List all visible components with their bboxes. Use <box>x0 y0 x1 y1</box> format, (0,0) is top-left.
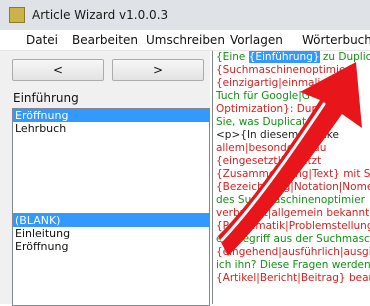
editor-text-segment: ein Begriff aus der Suchmaschin <box>216 233 370 245</box>
editor-line: Sie, was Duplicate C <box>213 116 370 129</box>
editor-text-segment: Tuch für Google|G <box>216 90 310 102</box>
editor-line: {Problematik|Problemstellung}. D <box>213 220 370 233</box>
bottom-listbox[interactable]: (BLANK) Einleitung Eröffnung <box>12 213 210 306</box>
article-editor[interactable]: {Eine {Einführung} zu Duplicate{Suchmasc… <box>212 51 370 304</box>
editor-text-segment: Sie, was Duplicate C <box>216 116 324 128</box>
editor-text-segment: {Eine <box>216 51 249 63</box>
editor-line: {Eine {Einführung} zu Duplicate <box>213 51 370 64</box>
editor-text-segment: verbreitet|allgemein bekannt}. {Di <box>216 207 370 219</box>
editor-text-segment: {eingesetzt|benutzt <box>216 155 322 167</box>
list-item[interactable]: Lehrbuch <box>13 122 209 135</box>
editor-text-segment: {eingehend|ausführlich|ausgiebig <box>216 246 370 258</box>
editor-text: {Eine {Einführung} zu Duplicate{Suchmasc… <box>213 51 370 285</box>
editor-text-segment: {Problematik|Problemstellung}. D <box>216 220 370 232</box>
editor-line: allem|besonders|hau <box>213 142 370 155</box>
next-button[interactable]: > <box>112 59 204 81</box>
list-item[interactable]: Eröffnung <box>13 240 209 253</box>
editor-text-segment: {Zusammenhang|Text} mit Su <box>216 168 370 180</box>
app-icon <box>9 7 25 23</box>
title-bar: Article Wizard v1.0.0.3 <box>0 0 370 30</box>
structure-panel: < > Einführung Eröffnung Lehrbuch (BLANK… <box>0 51 210 306</box>
editor-line: {Artikel|Bericht|Beitrag} beantwor <box>213 272 370 285</box>
menu-woerterbuch[interactable]: Wörterbuch <box>302 33 370 47</box>
editor-line: {Zusammenhang|Text} mit Su <box>213 168 370 181</box>
menu-datei[interactable]: Datei <box>26 33 58 47</box>
editor-line: ein Begriff aus der Suchmaschin <box>213 233 370 246</box>
editor-text-segment: {Suchmaschinenoptimier <box>216 64 350 76</box>
editor-line: {eingesetzt|benutzt <box>213 155 370 168</box>
menu-vorlagen[interactable]: Vorlagen <box>230 33 283 47</box>
editor-text-segment: zu Duplicate <box>322 51 370 63</box>
editor-line: <p>{In diesem {Artike <box>213 129 370 142</box>
editor-line: {eingehend|ausführlich|ausgiebig <box>213 246 370 259</box>
list-item[interactable]: Einleitung <box>13 227 209 240</box>
editor-text-segment: {einzigartig|einmalig <box>216 77 327 89</box>
previous-button[interactable]: < <box>12 59 104 81</box>
editor-text-segment: {Bezeichnung|Notation|Nomenkl <box>216 181 370 193</box>
editor-line: Optimization}: Dup <box>213 103 370 116</box>
editor-text-segment: Optimization}: Dup <box>216 103 319 115</box>
editor-line: ich ihn? Diese Fragen werden in <box>213 259 370 272</box>
menu-umschreiben[interactable]: Umschreiben <box>146 33 225 47</box>
editor-text-segment: des Suchmaschinenoptimier <box>216 194 365 206</box>
editor-line: {einzigartig|einmalig <box>213 77 370 90</box>
editor-line: des Suchmaschinenoptimier <box>213 194 370 207</box>
window-title: Article Wizard v1.0.0.3 <box>32 8 169 22</box>
editor-line: {Suchmaschinenoptimier <box>213 64 370 77</box>
list-item[interactable]: (BLANK) <box>13 214 209 227</box>
editor-text-segment: <p>{In diesem {Artike <box>216 129 339 141</box>
editor-text-segment: allem|besonders|hau <box>216 142 327 154</box>
editor-line: verbreitet|allgemein bekannt}. {Di <box>213 207 370 220</box>
menu-bar: Datei Bearbeiten Umschreiben Vorlagen Wö… <box>0 30 370 51</box>
section-label: Einführung <box>13 91 79 105</box>
editor-text-segment: ich ihn? Diese Fragen werden in <box>216 259 370 271</box>
editor-line: Tuch für Google|G <box>213 90 370 103</box>
selected-text: {Einführung} <box>248 51 320 63</box>
menu-bearbeiten[interactable]: Bearbeiten <box>72 33 138 47</box>
editor-text-segment: {Artikel|Bericht|Beitrag} beantwor <box>216 272 370 284</box>
editor-line: {Bezeichnung|Notation|Nomenkl <box>213 181 370 194</box>
list-item[interactable]: Eröffnung <box>13 109 209 122</box>
